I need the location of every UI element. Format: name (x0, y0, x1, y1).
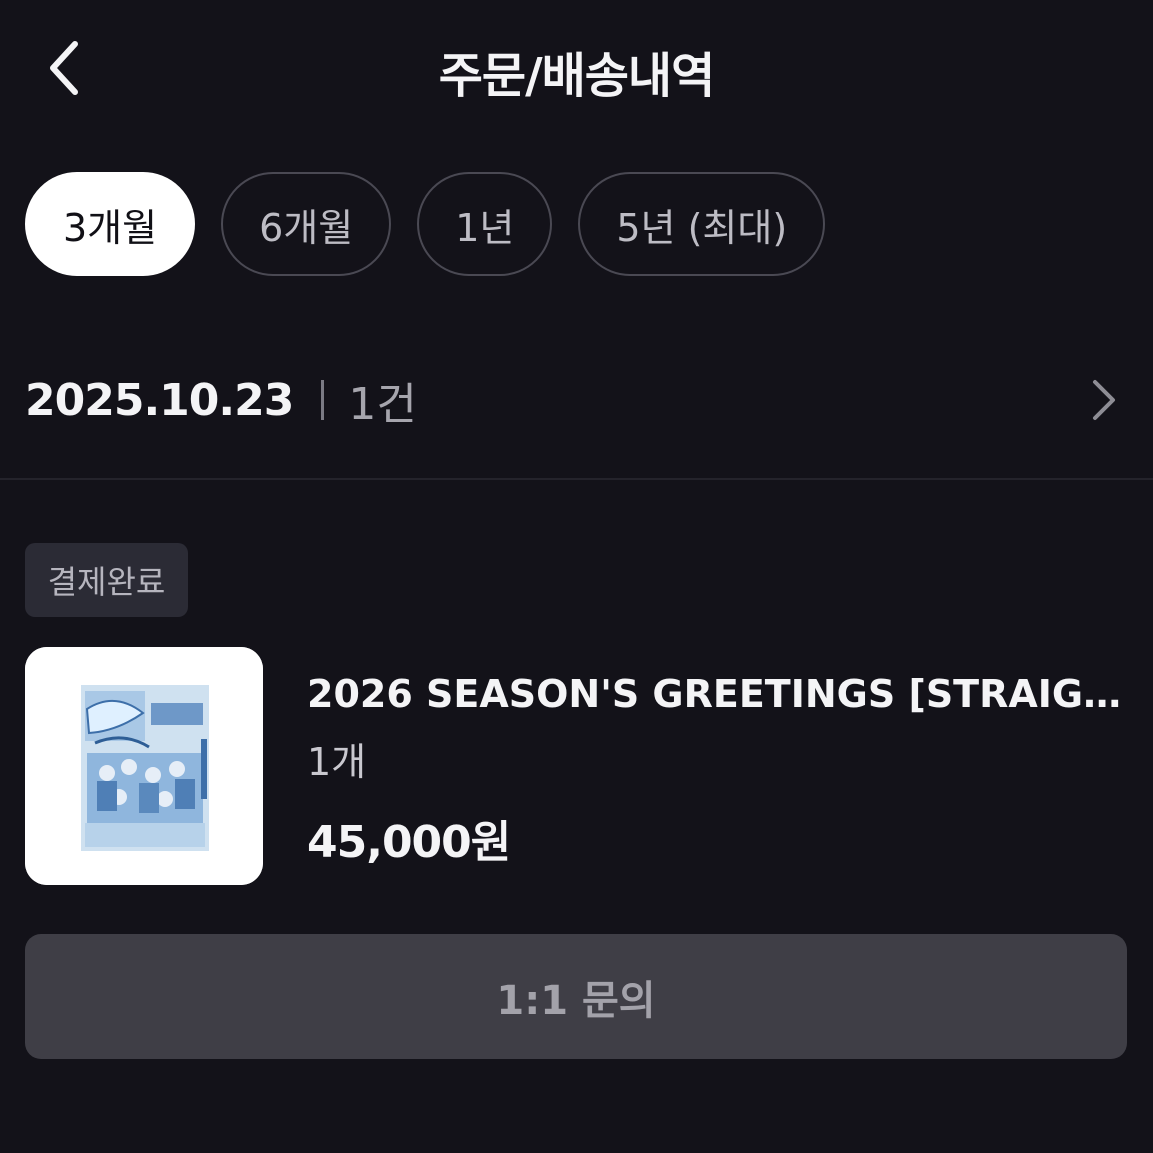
order-date-row[interactable]: 2025.10.23 1건 (25, 360, 1123, 440)
period-filter: 3개월 6개월 1년 5년 (최대) (25, 172, 826, 276)
header: 주문/배송내역 (0, 0, 1153, 140)
separator (321, 380, 325, 420)
product-price: 45,000원 (307, 817, 511, 868)
status-badge: 결제완료 (25, 543, 188, 617)
page-title: 주문/배송내역 (438, 48, 716, 104)
filter-6-months[interactable]: 6개월 (221, 172, 392, 276)
product-thumbnail[interactable] (25, 647, 263, 885)
filter-1-year[interactable]: 1년 (417, 172, 553, 276)
filter-3-months[interactable]: 3개월 (25, 172, 196, 276)
filter-5-years[interactable]: 5년 (최대) (578, 172, 826, 276)
inquiry-button[interactable]: 1:1 문의 (25, 934, 1127, 1059)
chevron-right-icon[interactable] (1083, 376, 1123, 424)
product-name[interactable]: 2026 SEASON'S GREETINGS [STRAIGHT... (307, 672, 1127, 716)
order-history-screen: 주문/배송내역 3개월 6개월 1년 5년 (최대) 2025.10.23 1건… (0, 0, 1153, 1153)
order-date: 2025.10.23 (25, 374, 294, 426)
product-image (25, 647, 263, 885)
section-divider (0, 478, 1153, 480)
order-count: 1건 (348, 379, 417, 430)
product-quantity: 1개 (307, 740, 367, 784)
